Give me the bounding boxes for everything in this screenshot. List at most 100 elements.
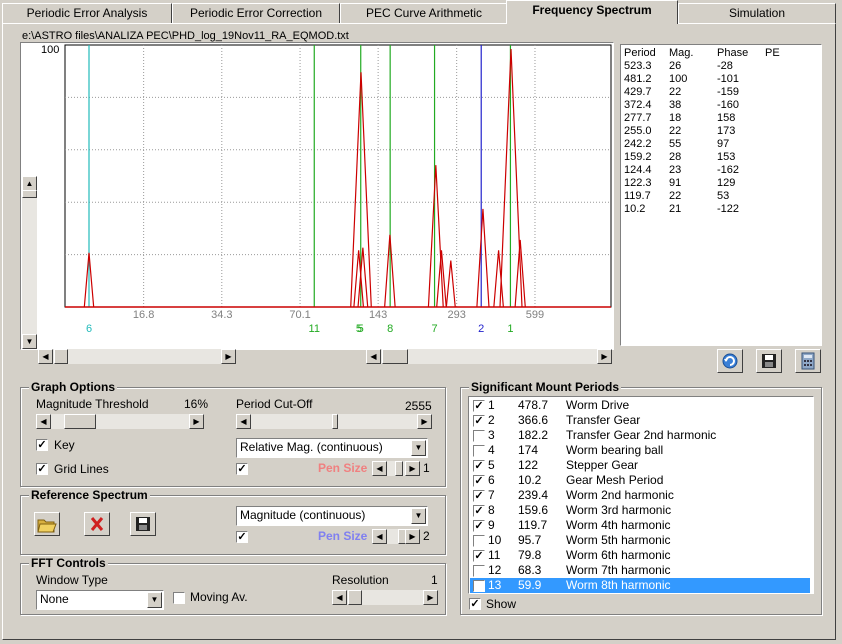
period-cutoff-inc-button[interactable]: ▶ <box>417 414 432 429</box>
calculator-button[interactable] <box>795 349 821 373</box>
peaks-cell: 26 <box>669 60 682 72</box>
mount-period-cell: Stepper Gear <box>566 458 639 472</box>
chart-hscroll-left-right-button[interactable]: ▶ <box>221 349 236 364</box>
mount-period-cell: 6 <box>488 473 495 487</box>
mount-period-checkbox[interactable]: ✓ <box>473 475 485 487</box>
save-reference-button[interactable] <box>130 512 156 536</box>
mount-period-checkbox[interactable]: ✓ <box>473 400 485 412</box>
mount-period-row[interactable]: 13 59.9 Worm 8th harmonic <box>470 578 810 593</box>
chevron-down-icon[interactable]: ▼ <box>147 592 162 608</box>
pen-size-inc-button[interactable]: ▶ <box>405 461 420 476</box>
marker-label-5: 5 <box>358 323 364 335</box>
chart-vscroll-track[interactable] <box>22 176 37 348</box>
tab-periodic-error-analysis[interactable]: Periodic Error Analysis <box>2 3 172 23</box>
mount-period-row[interactable]: ✓ 2 366.6 Transfer Gear <box>470 413 810 428</box>
mount-period-checkbox[interactable]: ✓ <box>473 505 485 517</box>
delete-reference-button[interactable] <box>84 512 110 536</box>
mount-period-checkbox[interactable]: ✓ <box>473 415 485 427</box>
reference-pen-size-dec-button[interactable]: ◀ <box>372 529 387 544</box>
mount-period-checkbox[interactable] <box>473 430 485 442</box>
magnitude-threshold-thumb[interactable] <box>64 414 96 429</box>
resolution-dec-button[interactable]: ◀ <box>332 590 347 605</box>
refresh-button[interactable] <box>717 349 743 373</box>
peaks-cell: -101 <box>717 73 740 85</box>
mount-period-checkbox[interactable]: ✓ <box>473 520 485 532</box>
mount-periods-list: ✓ 1 478.7 Worm Drive ✓ 2 366.6 Transfer Gear 3 18… <box>468 396 814 594</box>
magnitude-mode-value: Relative Mag. (continuous) <box>240 440 383 454</box>
magnitude-threshold-slider[interactable] <box>36 414 204 429</box>
tab-periodic-error-correction[interactable]: Periodic Error Correction <box>172 3 340 23</box>
show-checkbox[interactable]: ✓ <box>469 598 481 610</box>
mount-period-row[interactable]: ✓ 9 119.7 Worm 4th harmonic <box>470 518 810 533</box>
peaks-cell: 124.4 <box>624 164 652 176</box>
mount-period-row[interactable]: ✓ 7 239.4 Worm 2nd harmonic <box>470 488 810 503</box>
show-label: Show <box>486 597 517 611</box>
reference-mode-select[interactable]: Magnitude (continuous) ▼ <box>236 506 428 526</box>
mount-period-cell: 366.6 <box>518 413 549 427</box>
pen-checkbox[interactable]: ✓ <box>236 463 248 475</box>
mount-period-checkbox[interactable]: ✓ <box>473 550 485 562</box>
mount-period-row[interactable]: ✓ 5 122 Stepper Gear <box>470 458 810 473</box>
mount-period-cell: Worm 4th harmonic <box>566 518 671 532</box>
chevron-down-icon[interactable]: ▼ <box>411 508 426 524</box>
peaks-cell: 97 <box>717 138 730 150</box>
mount-period-row[interactable]: 3 182.2 Transfer Gear 2nd harmonic <box>470 428 810 443</box>
mount-period-cell: Worm Drive <box>566 398 630 412</box>
pen-size-dec-button[interactable]: ◀ <box>372 461 387 476</box>
peaks-table-row: 523.3 26 -28 <box>621 60 821 73</box>
mount-period-row[interactable]: 10 95.7 Worm 5th harmonic <box>470 533 810 548</box>
moving-av-checkbox[interactable] <box>173 592 185 604</box>
chart-hscroll-left-left-button[interactable]: ◀ <box>38 349 53 364</box>
mount-period-cell: 182.2 <box>518 428 549 442</box>
tab-simulation[interactable]: Simulation <box>678 3 836 23</box>
peaks-cell: 22 <box>669 86 682 98</box>
magnitude-threshold-dec-button[interactable]: ◀ <box>36 414 51 429</box>
chart-vscroll-up-button[interactable]: ▲ <box>22 176 37 191</box>
marker-label-1: 1 <box>507 323 513 335</box>
mount-period-checkbox[interactable] <box>473 445 485 457</box>
mount-period-cell: 174 <box>518 443 539 457</box>
chevron-down-icon[interactable]: ▼ <box>411 440 426 456</box>
mount-period-cell: 119.7 <box>518 518 548 532</box>
mount-period-cell: 95.7 <box>518 533 542 547</box>
chart-hscroll-right-thumb[interactable] <box>382 349 408 364</box>
mount-period-checkbox[interactable]: ✓ <box>473 460 485 472</box>
open-reference-button[interactable] <box>34 512 60 536</box>
mount-period-cell: Worm 8th harmonic <box>566 578 671 592</box>
mount-period-row[interactable]: 12 68.3 Worm 7th harmonic <box>470 563 810 578</box>
mount-period-row[interactable]: ✓ 6 10.2 Gear Mesh Period <box>470 473 810 488</box>
mount-period-cell: Transfer Gear 2nd harmonic <box>566 428 717 442</box>
magnitude-mode-select[interactable]: Relative Mag. (continuous) ▼ <box>236 438 428 458</box>
mount-period-checkbox[interactable] <box>473 535 485 547</box>
reference-pen-size-inc-button[interactable]: ▶ <box>405 529 420 544</box>
mount-period-cell: 11 <box>488 548 501 562</box>
window-type-select[interactable]: None ▼ <box>36 590 164 610</box>
grid-lines-checkbox[interactable]: ✓ <box>36 463 48 475</box>
mount-period-cell: Worm 2nd harmonic <box>566 488 674 502</box>
resolution-thumb[interactable] <box>348 590 362 605</box>
mount-period-row[interactable]: 4 174 Worm bearing ball <box>470 443 810 458</box>
mount-period-checkbox[interactable] <box>473 565 485 577</box>
tab-pec-curve-arithmetic[interactable]: PEC Curve Arithmetic <box>340 3 508 23</box>
tab-frequency-spectrum[interactable]: Frequency Spectrum <box>506 0 678 24</box>
resolution-inc-button[interactable]: ▶ <box>423 590 438 605</box>
chart-hscroll-right-right-button[interactable]: ▶ <box>597 349 612 364</box>
period-cutoff-thumb[interactable] <box>332 414 338 429</box>
save-chart-button[interactable] <box>756 349 782 373</box>
mount-period-row[interactable]: ✓ 8 159.6 Worm 3rd harmonic <box>470 503 810 518</box>
chart-hscroll-left-thumb[interactable] <box>54 349 68 364</box>
mount-period-checkbox[interactable]: ✓ <box>473 490 485 502</box>
magnitude-threshold-inc-button[interactable]: ▶ <box>189 414 204 429</box>
chart-vscroll-down-button[interactable]: ▼ <box>22 334 37 349</box>
chart-hscroll-right-left-button[interactable]: ◀ <box>366 349 381 364</box>
mount-period-checkbox[interactable] <box>473 580 485 592</box>
key-checkbox[interactable]: ✓ <box>36 439 48 451</box>
mount-period-row[interactable]: ✓ 1 478.7 Worm Drive <box>470 398 810 413</box>
mount-period-cell: Worm 6th harmonic <box>566 548 671 562</box>
chart-vscroll-thumb[interactable] <box>22 190 37 198</box>
grid-lines-label: Grid Lines <box>54 462 109 476</box>
pen-size-thumb[interactable] <box>395 461 403 476</box>
mount-period-row[interactable]: ✓ 11 79.8 Worm 6th harmonic <box>470 548 810 563</box>
reference-pen-checkbox[interactable]: ✓ <box>236 531 248 543</box>
period-cutoff-dec-button[interactable]: ◀ <box>236 414 251 429</box>
